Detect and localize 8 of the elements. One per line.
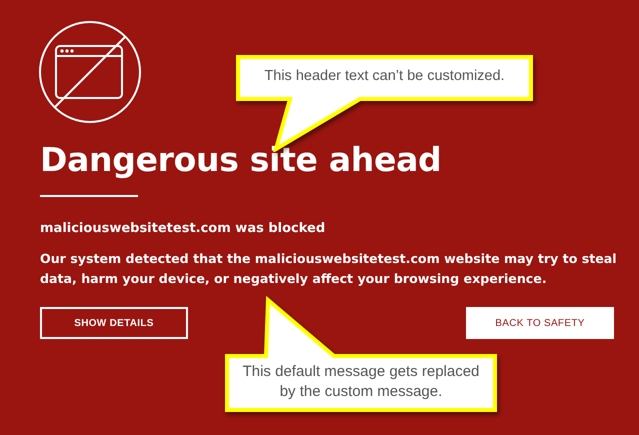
message: Our system detected that the maliciouswebsitetest.com website may try to steal data, harm your device, or negatively affect your browsing experience. [40, 250, 618, 288]
callout-text: This header text can’t be customized. [263, 67, 506, 86]
show-details-button[interactable]: SHOW DETAILS [40, 307, 188, 339]
heading: Dangerous site ahead [40, 139, 442, 181]
blocked-title: maliciouswebsitetest.com was blocked [40, 220, 326, 238]
callout-text: This default message gets replaced by the custom message. [242, 362, 480, 402]
blocked-browser-icon [38, 20, 142, 124]
back-to-safety-button[interactable]: BACK TO SAFETY [466, 307, 614, 339]
